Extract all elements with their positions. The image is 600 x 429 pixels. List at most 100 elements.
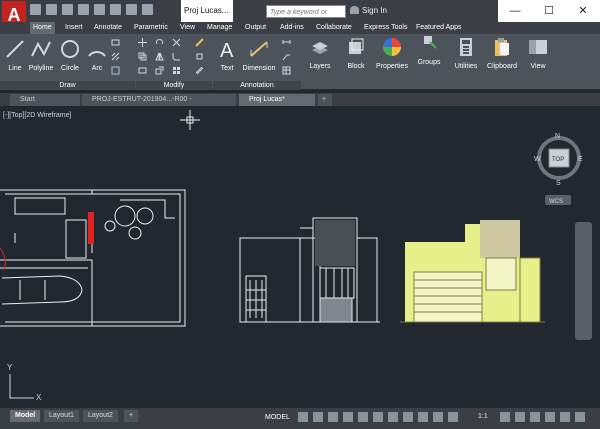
viewcube-face: TOP [552,157,564,163]
tab-add-ins[interactable]: Add-ins [280,22,304,34]
object-snap-icon[interactable] [388,412,398,422]
annotation-scale-icon[interactable] [448,412,458,422]
line-tool[interactable]: Line [4,38,26,72]
tab-start[interactable]: Start [10,94,80,106]
utilities-button[interactable]: Utilities [451,36,481,70]
tab-annotate[interactable]: Annotate [94,22,122,34]
isodraft-icon[interactable] [358,412,368,422]
tab-layout1[interactable]: Layout1 [44,410,79,422]
copy-icon[interactable] [138,52,147,61]
tab-express-tools[interactable]: Express Tools [364,22,407,34]
arc-tool[interactable]: Arc [86,38,108,72]
scale-icon[interactable] [155,66,164,75]
polyline-tool[interactable]: Polyline [27,38,55,72]
text-tool[interactable]: A Text [216,38,238,72]
fullscreen-icon[interactable] [560,412,570,422]
annotation-visibility-icon[interactable] [433,412,443,422]
move-icon[interactable] [138,38,147,47]
isolate-icon[interactable] [530,412,540,422]
properties-button[interactable]: Properties [375,36,409,70]
block-button[interactable]: Block [342,36,370,70]
layers-icon [312,42,328,54]
minimize-button[interactable]: — [498,0,532,22]
groups-label: Groups [417,59,441,66]
tab-proj-lucas[interactable]: Proj Lucas* [239,94,315,106]
clipboard-button[interactable]: Clipboard [485,36,519,70]
tab-layout2[interactable]: Layout2 [83,410,118,422]
linear-dimension-icon[interactable] [282,38,291,47]
dimension-tool[interactable]: Dimension [241,38,277,72]
maximize-button[interactable]: ☐ [532,0,566,22]
new-icon[interactable] [30,4,41,15]
trim-icon[interactable] [172,38,181,47]
tab-insert[interactable]: Insert [65,22,83,34]
drawing-svg[interactable]: Y X N S W E TOP WCS [0,108,600,408]
add-icon[interactable] [515,412,525,422]
properties-label: Properties [376,63,408,70]
array-icon[interactable] [172,66,181,75]
tab-output[interactable]: Output [245,22,266,34]
tab-parametric[interactable]: Parametric [134,22,168,34]
layers-button[interactable]: Layers [306,36,334,70]
mirror-icon[interactable] [155,52,164,61]
offset-icon[interactable] [195,66,204,75]
customize-menu-icon[interactable] [575,412,585,422]
add-layout-button[interactable]: + [124,410,139,422]
close-button[interactable]: ✕ [566,0,600,22]
lineweight-icon[interactable] [403,412,413,422]
tab-manage[interactable]: Manage [207,22,232,34]
tab-home[interactable]: Home [30,22,55,34]
save-as-icon[interactable] [78,4,89,15]
drawing-canvas[interactable]: Y X N S W E TOP WCS [0,108,600,408]
fillet-icon[interactable] [172,52,181,61]
ribbon-tabs: Home Insert Annotate Parametric View Man… [0,22,600,34]
viewcube-east: E [578,156,583,163]
snap-icon[interactable] [313,412,323,422]
view-button[interactable]: View [525,36,551,70]
redo-icon[interactable] [142,4,153,15]
polar-icon[interactable] [343,412,353,422]
save-icon[interactable] [62,4,73,15]
model-space-button[interactable]: MODEL [262,411,293,424]
tab-view[interactable]: View [180,22,195,34]
explode-icon[interactable] [195,52,204,61]
grid-icon[interactable] [298,412,308,422]
crosshair-cursor [180,110,200,130]
sign-in-button[interactable]: Sign In [350,6,387,15]
annotation-panel-label[interactable]: Annotation [213,81,301,90]
tab-proj-estrut[interactable]: PROJ-ESTRUT-201904...-R00 - PREFEITURA* [82,94,236,115]
leader-icon[interactable] [282,52,291,61]
stretch-icon[interactable] [138,66,147,75]
draw-panel-label[interactable]: Draw [0,81,135,90]
rectangle-icon[interactable] [111,38,120,47]
tab-model[interactable]: Model [10,410,41,422]
sign-in-label: Sign In [362,6,387,15]
polyline-label: Polyline [28,65,54,72]
tab-collaborate[interactable]: Collaborate [316,22,352,34]
transparency-icon[interactable] [418,412,428,422]
table-icon[interactable] [282,66,291,75]
boundary-icon[interactable] [111,66,120,75]
modify-panel-label[interactable]: Modify [136,81,212,90]
ribbon-panel: Line Polyline Circle Arc A Text Dimensio… [0,34,600,90]
navigation-bar[interactable] [575,222,592,340]
new-tab-button[interactable]: + [318,94,332,106]
floor-plan [0,189,186,327]
hatch-icon[interactable] [111,52,120,61]
hardware-acceleration-icon[interactable] [545,412,555,422]
circle-tool[interactable]: Circle [58,38,82,72]
annotation-scale[interactable]: 1:1 [478,413,488,420]
object-snap-tracking-icon[interactable] [373,412,383,422]
groups-button[interactable]: Groups [414,32,444,66]
arc-label: Arc [91,65,103,72]
rotate-icon[interactable] [155,38,164,47]
open-icon[interactable] [46,4,57,15]
plot-icon[interactable] [94,4,105,15]
undo-icon[interactable] [126,4,137,15]
search-input[interactable]: Type a keyword or phrase [266,5,346,29]
ortho-icon[interactable] [328,412,338,422]
erase-icon[interactable] [195,38,204,47]
workspace-gear-icon[interactable] [500,412,510,422]
viewport-controls[interactable]: [-][Top][2D Wireframe] [3,112,71,119]
print-icon[interactable] [110,4,121,15]
